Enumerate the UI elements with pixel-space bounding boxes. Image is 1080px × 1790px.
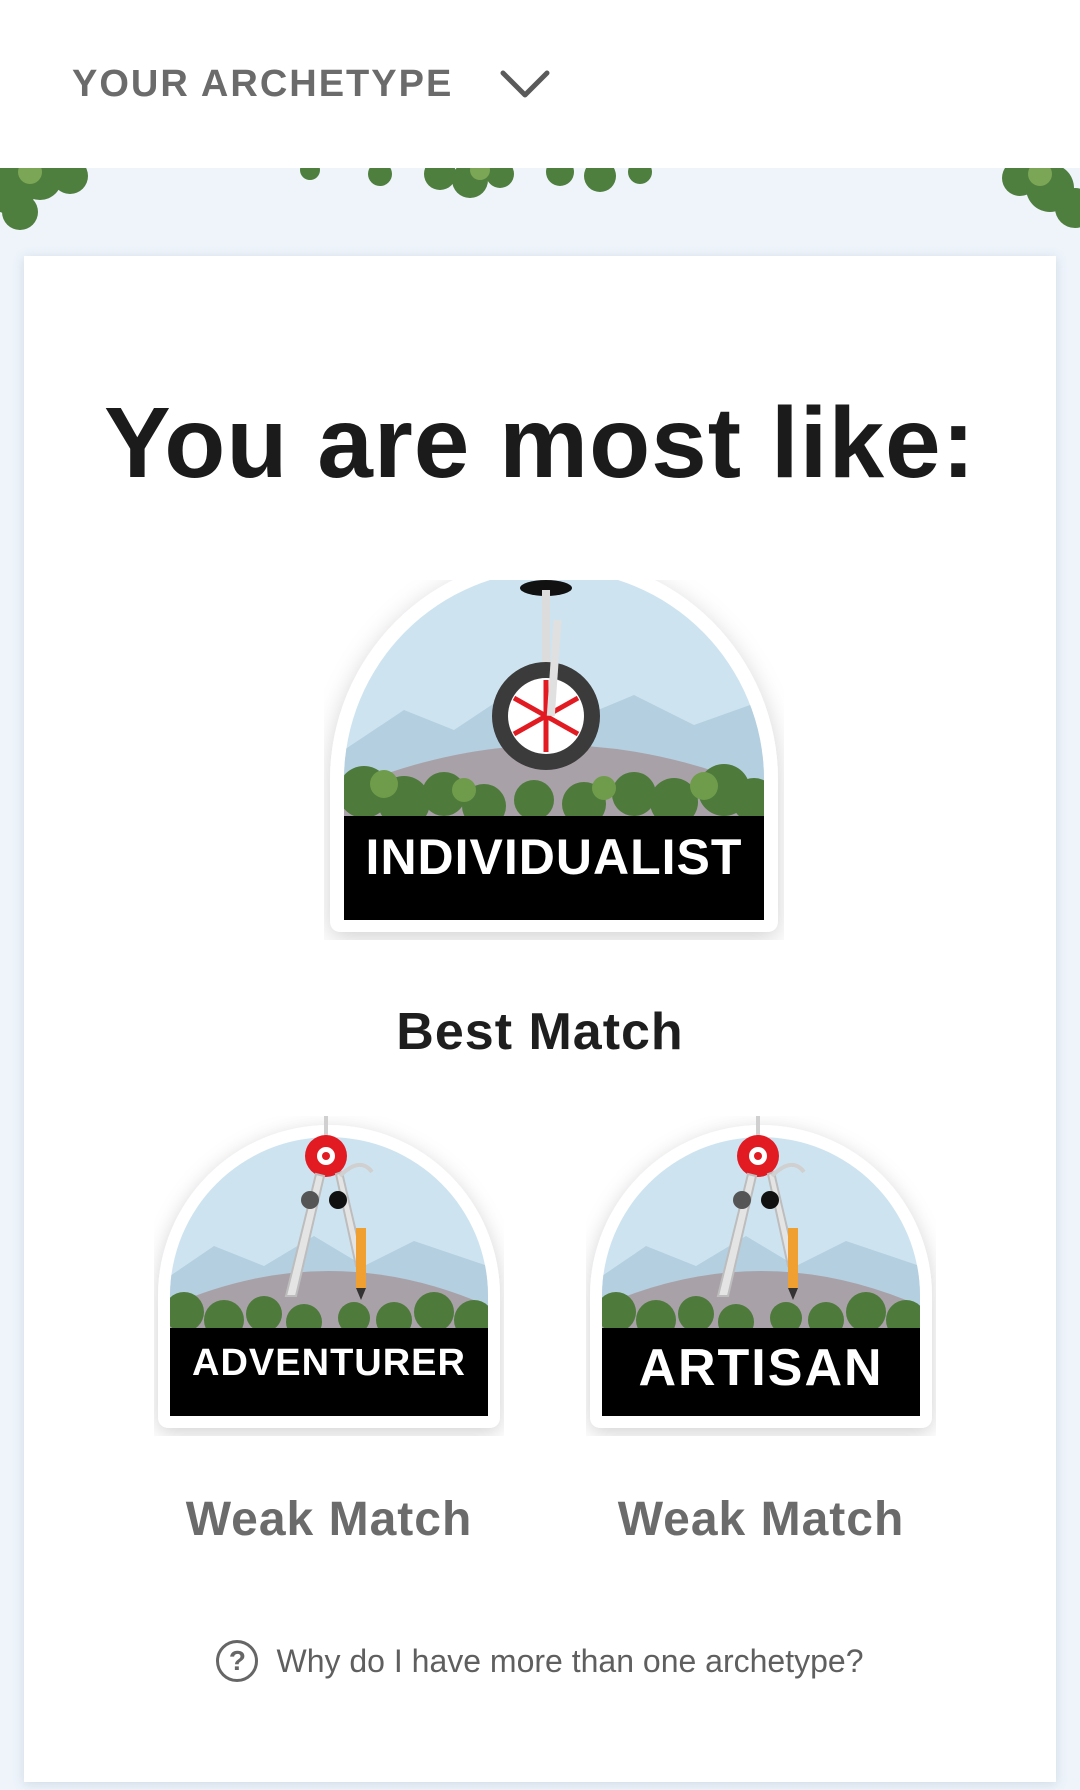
archetype-card: You are most like: INDIVIDUALIST Best Ma… <box>24 256 1056 1782</box>
question-circle-icon: ? <box>216 1640 259 1682</box>
weak-match-label: Weak Match <box>185 1493 473 1546</box>
badge-label: ARTISAN <box>638 1339 884 1397</box>
more-archetypes-help-link[interactable]: ? Why do I have more than one archetype? <box>24 1640 1056 1682</box>
badge-individualist[interactable]: INDIVIDUALIST <box>324 580 784 940</box>
best-match-label: Best Match <box>396 1003 684 1061</box>
badge-label: INDIVIDUALIST <box>365 829 743 885</box>
archetype-section-title[interactable]: YOUR ARCHETYPE <box>72 63 453 106</box>
badge-adventurer[interactable]: ADVENTURER <box>154 1116 504 1436</box>
help-link-text: Why do I have more than one archetype? <box>276 1642 864 1679</box>
foliage-decoration <box>0 168 1080 230</box>
chevron-down-icon[interactable] <box>499 58 551 110</box>
unicycle-icon <box>330 580 778 932</box>
results-headline: You are most like: <box>104 387 976 499</box>
badge-artisan[interactable]: ARTISAN <box>586 1116 936 1436</box>
weak-match-label: Weak Match <box>617 1493 905 1546</box>
compass-icon <box>158 1116 500 1428</box>
badge-label: ADVENTURER <box>192 1342 466 1384</box>
top-bar: YOUR ARCHETYPE <box>0 0 1080 168</box>
